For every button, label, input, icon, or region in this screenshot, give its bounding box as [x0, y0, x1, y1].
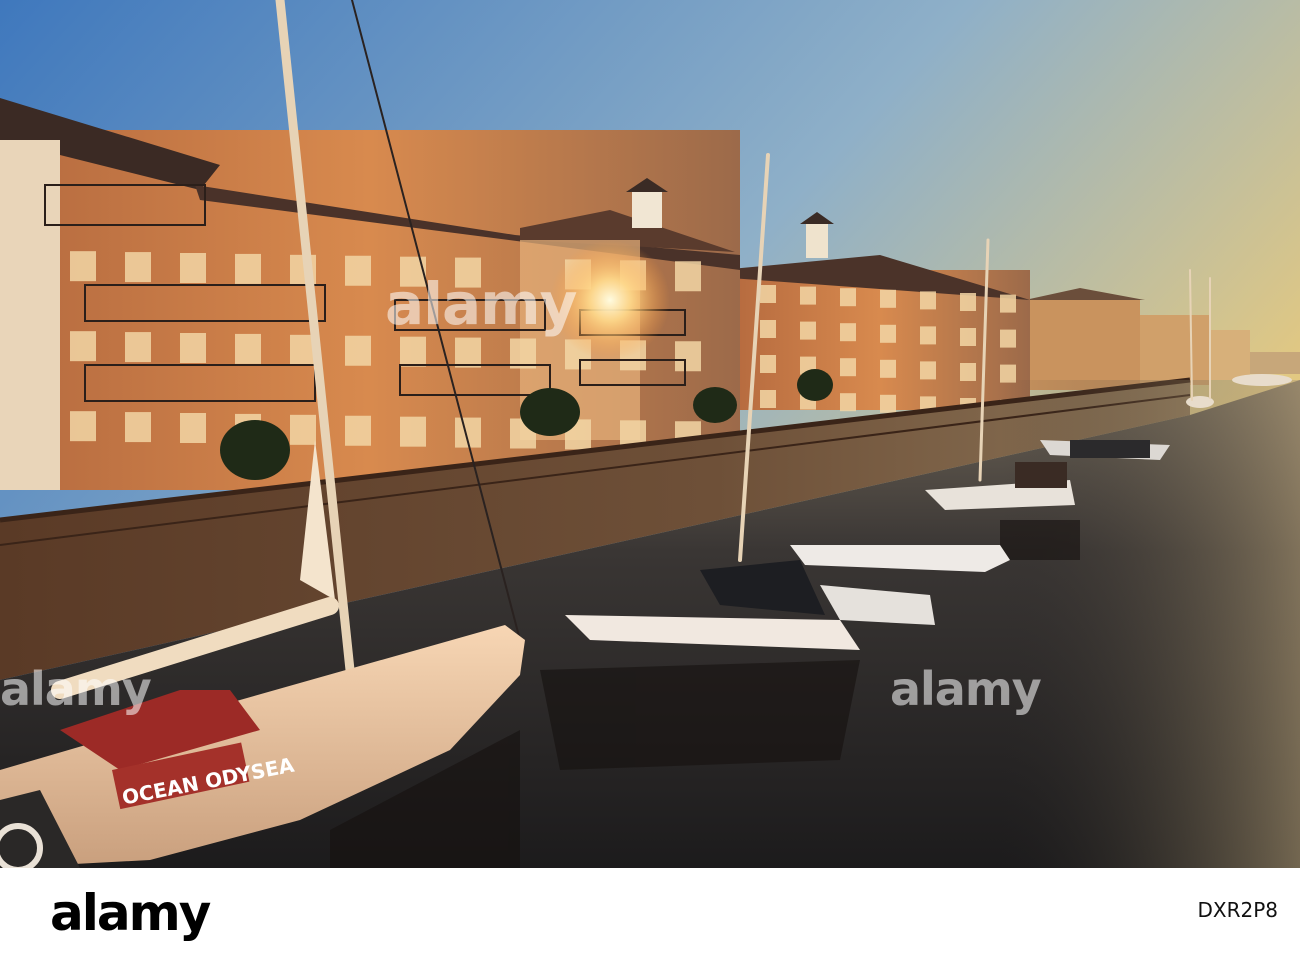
watermark-right: alamy: [890, 662, 1042, 716]
window: [180, 333, 206, 363]
window: [235, 333, 261, 364]
window: [70, 411, 96, 442]
window: [840, 393, 856, 412]
window: [455, 337, 481, 368]
window: [345, 335, 371, 366]
window: [345, 415, 371, 446]
window: [290, 414, 316, 445]
window: [880, 289, 896, 308]
window: [1000, 364, 1016, 383]
window: [960, 328, 976, 346]
window: [920, 291, 936, 310]
window: [840, 358, 856, 377]
window: [760, 355, 776, 373]
marina-photo: [0, 0, 1300, 868]
window: [180, 253, 206, 283]
window: [760, 320, 776, 338]
window: [920, 326, 936, 345]
window: [880, 359, 896, 378]
footer-logo: alamy: [50, 884, 211, 942]
window: [840, 323, 856, 342]
window: [675, 261, 701, 292]
window: [840, 288, 856, 307]
window: [880, 324, 896, 343]
window: [800, 321, 816, 340]
window: [125, 252, 151, 283]
window: [960, 293, 976, 311]
watermark-main: alamy: [385, 270, 577, 338]
window: [760, 285, 776, 303]
window: [800, 286, 816, 305]
window: [675, 341, 701, 372]
window: [400, 416, 426, 447]
window: [125, 332, 151, 363]
window: [70, 251, 96, 282]
window: [880, 394, 896, 413]
marina-scene: [0, 0, 1300, 868]
window: [760, 390, 776, 408]
window: [1000, 329, 1016, 348]
window: [125, 412, 151, 443]
watermark-left: alamy: [0, 662, 152, 716]
window: [180, 413, 206, 443]
window: [920, 361, 936, 380]
window: [235, 253, 261, 284]
stock-image-id: DXR2P8: [1197, 898, 1278, 922]
window: [400, 336, 426, 367]
window: [960, 363, 976, 381]
window: [345, 255, 371, 286]
window: [70, 331, 96, 362]
window: [1000, 294, 1016, 313]
